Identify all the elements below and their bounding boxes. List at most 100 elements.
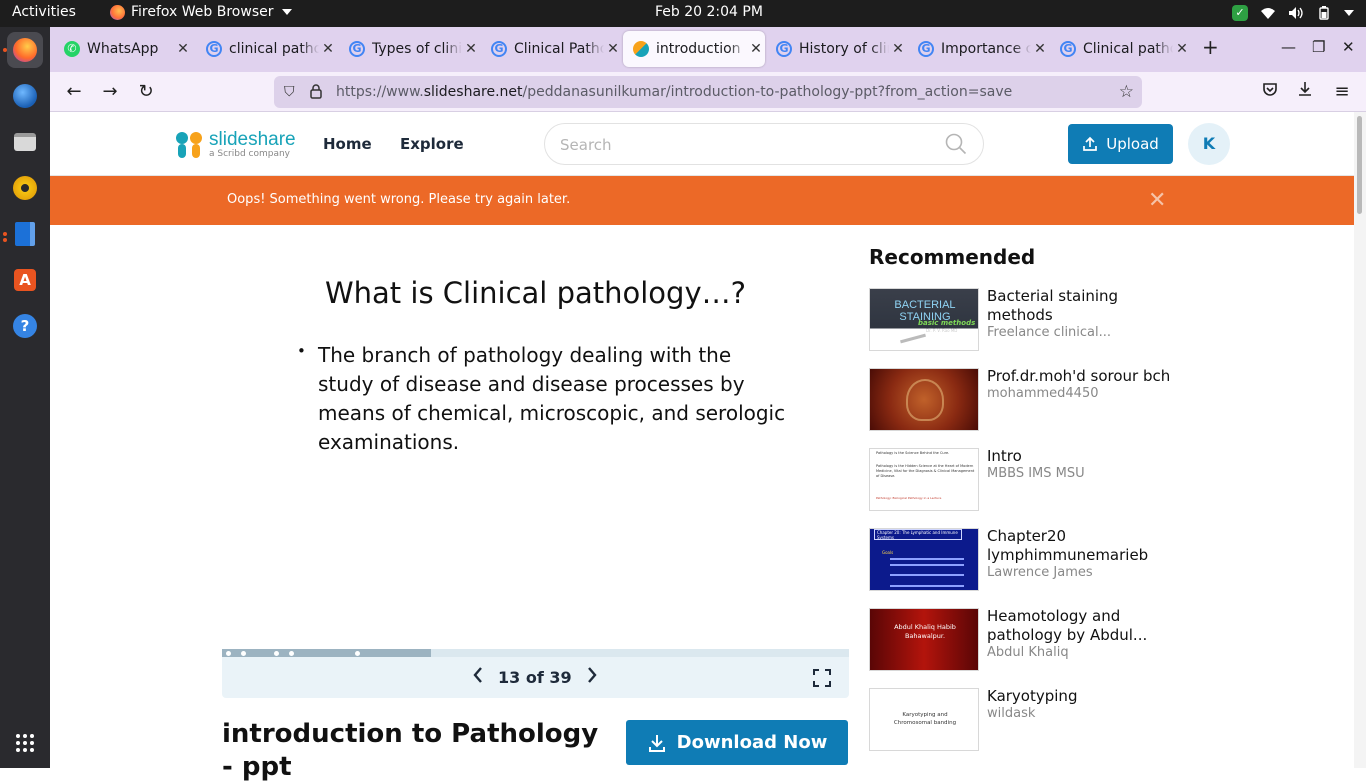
chevron-left-icon[interactable]	[472, 666, 484, 689]
google-icon: G	[1060, 41, 1076, 57]
maximize-icon[interactable]: ❐	[1312, 38, 1325, 56]
thumbnail-heamotology[interactable]: Abdul Khaliq Habib Bahawalpur.	[869, 608, 979, 671]
files-icon	[14, 133, 36, 151]
reload-icon[interactable]: ↻	[134, 80, 158, 104]
search-icon[interactable]	[945, 133, 967, 155]
download-button[interactable]: Download Now	[626, 720, 848, 765]
tab-history-of-clinical[interactable]: G History of clin ✕	[766, 31, 907, 67]
close-icon[interactable]: ✕	[604, 41, 622, 57]
recommended-item[interactable]: Karyotyping and Chromosomal banding Karyo…	[869, 687, 1189, 752]
recommended-item[interactable]: Prof.dr.moh'd sorour bch mohammed4450	[869, 367, 1189, 432]
close-icon[interactable]: ✕	[1173, 41, 1191, 57]
tab-types-of-clinical[interactable]: G Types of clini ✕	[339, 31, 480, 67]
tab-title: introduction	[656, 41, 741, 57]
recommended-title[interactable]: Heamotology and pathology by Abdul...	[987, 607, 1187, 645]
url-bar[interactable]: ⛉ https://www.slideshare.net/peddanasuni…	[274, 76, 1142, 108]
close-icon[interactable]: ✕	[1148, 188, 1166, 213]
dock-files[interactable]	[7, 124, 43, 160]
slideshare-logo[interactable]: slideshare a Scribd company	[176, 128, 296, 160]
tab-introduction[interactable]: introduction ✕	[623, 31, 765, 67]
tab-bar: ✆ WhatsApp ✕ G clinical patho ✕ G Types …	[50, 27, 1366, 72]
recommended-title[interactable]: Prof.dr.moh'd sorour bch	[987, 367, 1187, 386]
show-apps-button[interactable]	[7, 725, 43, 761]
recommended-author[interactable]: Freelance clinical...	[987, 325, 1111, 340]
clock[interactable]: Feb 20 2:04 PM	[655, 4, 763, 20]
bookmark-star-icon[interactable]: ☆	[1119, 82, 1134, 102]
recommended-title[interactable]: Intro	[987, 447, 1187, 466]
activities-button[interactable]: Activities	[12, 4, 76, 20]
window-close-icon[interactable]: ✕	[1342, 38, 1355, 56]
scrollbar-thumb[interactable]	[1357, 116, 1362, 214]
recommended-item[interactable]: Pathology is the Science Behind the Cure…	[869, 447, 1189, 512]
recommended-title[interactable]: Bacterial staining methods	[987, 287, 1187, 325]
avatar[interactable]: K	[1188, 123, 1230, 165]
system-tray[interactable]: ✓	[1232, 5, 1354, 21]
hamburger-menu-icon[interactable]: ≡	[1330, 80, 1354, 104]
tab-clinical-patho-2[interactable]: G Clinical patho ✕	[1050, 31, 1191, 67]
downloads-icon[interactable]	[1293, 80, 1317, 104]
search-box[interactable]	[544, 123, 984, 165]
forward-arrow-icon[interactable]: →	[98, 80, 122, 104]
recommended-title[interactable]: Karyotyping	[987, 687, 1187, 706]
error-banner: Oops! Something went wrong. Please try a…	[50, 176, 1354, 225]
dock-firefox[interactable]	[7, 32, 43, 68]
recommended-author[interactable]: MBBS IMS MSU	[987, 466, 1085, 481]
recommended-title[interactable]: Chapter20 lymphimmunemarieb	[987, 527, 1187, 565]
tab-clinical-pathology[interactable]: G Clinical Patho ✕	[481, 31, 622, 67]
url-text[interactable]: https://www.slideshare.net/peddanasunilk…	[336, 84, 1012, 100]
tab-whatsapp[interactable]: ✆ WhatsApp ✕	[54, 31, 192, 67]
chevron-down-icon	[281, 9, 292, 15]
tab-importance[interactable]: G Importance c ✕	[908, 31, 1049, 67]
close-icon[interactable]: ✕	[1031, 41, 1049, 57]
recommended-item[interactable]: BACTERIAL STAINING basic methods Dr. P. V…	[869, 287, 1189, 352]
close-icon[interactable]: ✕	[747, 41, 765, 57]
whatsapp-icon: ✆	[64, 41, 80, 57]
thumbnail-karyotyping[interactable]: Karyotyping and Chromosomal banding	[869, 688, 979, 751]
dock-thunderbird[interactable]	[7, 78, 43, 114]
nav-explore[interactable]: Explore	[400, 135, 464, 153]
fullscreen-icon[interactable]	[813, 669, 831, 687]
dock-help[interactable]: ?	[7, 308, 43, 344]
help-icon: ?	[13, 314, 37, 338]
lock-icon[interactable]	[310, 84, 322, 103]
url-path: /peddanasunilkumar/introduction-to-patho…	[522, 84, 1013, 100]
recommended-author[interactable]: Lawrence James	[987, 565, 1093, 580]
google-icon: G	[206, 41, 222, 57]
logo-wordmark: slideshare	[209, 128, 296, 150]
close-icon[interactable]: ✕	[174, 41, 192, 57]
chevron-right-icon[interactable]	[586, 666, 598, 689]
close-icon[interactable]: ✕	[462, 41, 480, 57]
close-icon[interactable]: ✕	[889, 41, 907, 57]
tracking-shield-icon[interactable]: ⛉	[284, 84, 295, 100]
thumbnail-prof-sorour[interactable]	[869, 368, 979, 431]
thumbnail-intro[interactable]: Pathology is the Science Behind the Cure…	[869, 448, 979, 511]
upload-icon	[1083, 136, 1098, 151]
progress-dot	[241, 651, 246, 656]
recommended-item[interactable]: Chapter 20: The Lymphatic and Immune Sys…	[869, 527, 1189, 592]
minimize-icon[interactable]: —	[1281, 38, 1296, 56]
nav-home[interactable]: Home	[323, 135, 372, 153]
dock-rhythmbox[interactable]	[7, 170, 43, 206]
new-tab-plus-icon[interactable]: +	[1202, 35, 1219, 59]
thumbnail-chapter20[interactable]: Chapter 20: The Lymphatic and Immune Sys…	[869, 528, 979, 591]
upload-button[interactable]: Upload	[1068, 124, 1173, 164]
update-check-icon[interactable]: ✓	[1232, 5, 1248, 21]
back-arrow-icon[interactable]: ←	[62, 80, 86, 104]
search-input[interactable]	[560, 134, 930, 156]
dock-writer[interactable]	[7, 216, 43, 252]
slide-counter: 13 of 39	[498, 668, 572, 687]
app-menu[interactable]: Firefox Web Browser	[110, 4, 292, 20]
dock: A ?	[0, 27, 50, 768]
tab-clinical-patho[interactable]: G clinical patho ✕	[196, 31, 337, 67]
pocket-icon[interactable]	[1258, 80, 1282, 104]
thumbnail-bacterial-staining[interactable]: BACTERIAL STAINING basic methods Dr. P. V…	[869, 288, 979, 351]
slide-progress-bar[interactable]	[222, 649, 849, 657]
recommended-author[interactable]: mohammed4450	[987, 386, 1098, 401]
slide-viewer[interactable]: What is Clinical pathology…? • The branc…	[222, 226, 849, 649]
recommended-author[interactable]: wildask	[987, 706, 1035, 721]
page-scrollbar[interactable]	[1354, 112, 1366, 768]
close-icon[interactable]: ✕	[319, 41, 337, 57]
recommended-item[interactable]: Abdul Khaliq Habib Bahawalpur. Heamotolog…	[869, 607, 1189, 672]
recommended-author[interactable]: Abdul Khaliq	[987, 645, 1069, 660]
dock-app-center[interactable]: A	[7, 262, 43, 298]
